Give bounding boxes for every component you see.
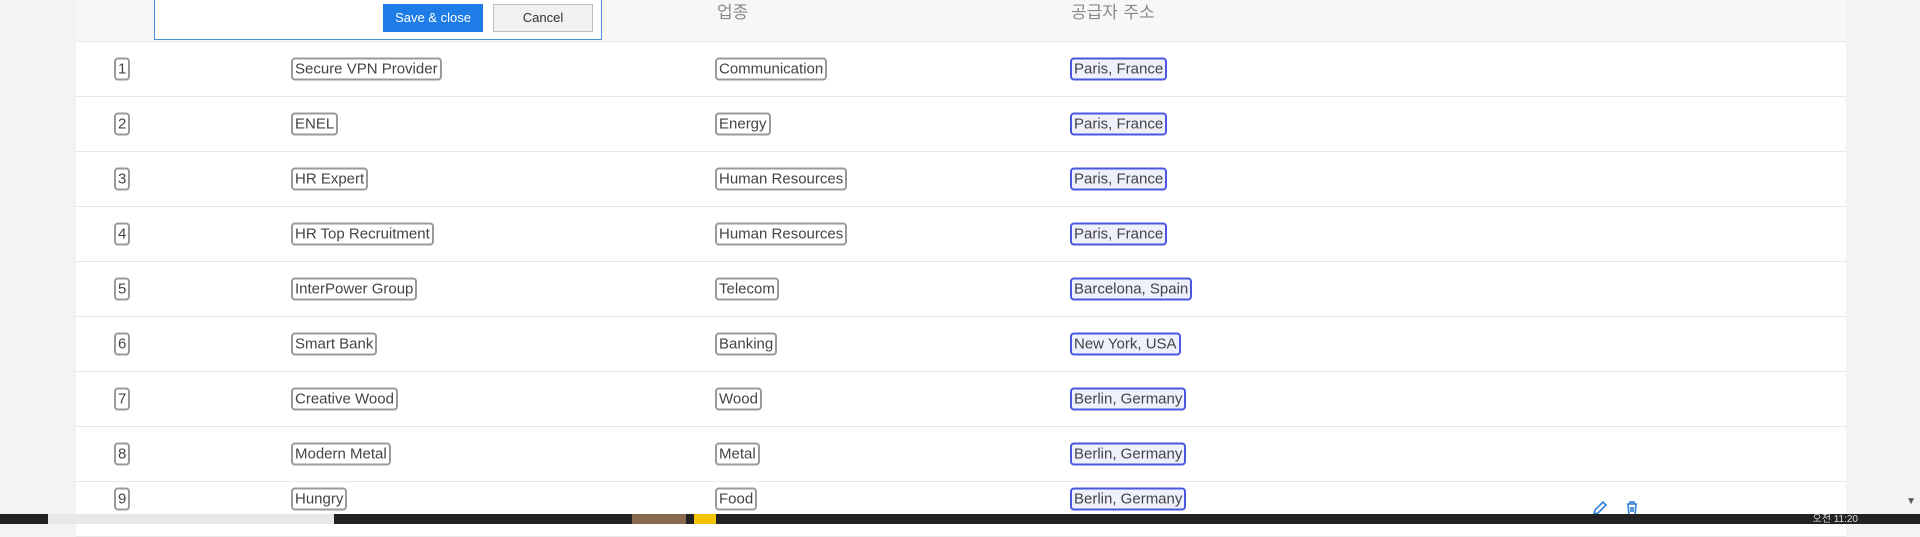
supplier-address[interactable]: Berlin, Germany xyxy=(1070,487,1187,511)
supplier-name[interactable]: Creative Wood xyxy=(291,387,398,411)
row-number: 5 xyxy=(114,277,131,301)
table-row[interactable]: 4 HR Top Recruitment Human Resources Par… xyxy=(76,207,1846,262)
cancel-button[interactable]: Cancel xyxy=(493,4,593,32)
column-header-industry[interactable]: 업종 xyxy=(717,0,748,26)
taskbar: 오전 11:20 xyxy=(0,514,1920,525)
supplier-industry[interactable]: Banking xyxy=(715,332,778,356)
supplier-industry[interactable]: Energy xyxy=(715,112,771,136)
row-number: 6 xyxy=(114,332,131,356)
row-number: 8 xyxy=(114,442,131,466)
table-row[interactable]: 9 Hungry Food Berlin, Germany xyxy=(76,482,1846,537)
supplier-industry[interactable]: Human Resources xyxy=(715,222,848,246)
supplier-name[interactable]: HR Expert xyxy=(291,167,369,191)
supplier-address[interactable]: Berlin, Germany xyxy=(1070,387,1187,411)
taskbar-active-app[interactable] xyxy=(632,514,686,524)
table-row[interactable]: 1 Secure VPN Provider Communication Pari… xyxy=(76,42,1846,97)
supplier-name[interactable]: Modern Metal xyxy=(291,442,391,466)
supplier-industry[interactable]: Wood xyxy=(715,387,762,411)
supplier-address[interactable]: New York, USA xyxy=(1070,332,1181,356)
supplier-table-panel: 업종 공급자 주소 Save & close Cancel 1 Secure V… xyxy=(76,0,1846,537)
supplier-industry[interactable]: Human Resources xyxy=(715,167,848,191)
supplier-industry[interactable]: Metal xyxy=(715,442,760,466)
table-row[interactable]: 6 Smart Bank Banking New York, USA xyxy=(76,317,1846,372)
table-row[interactable]: 8 Modern Metal Metal Berlin, Germany xyxy=(76,427,1846,482)
supplier-industry[interactable]: Telecom xyxy=(715,277,779,301)
supplier-name[interactable]: Smart Bank xyxy=(291,332,378,356)
row-number: 1 xyxy=(114,57,131,81)
edit-popup: Save & close Cancel xyxy=(154,0,602,40)
row-number: 4 xyxy=(114,222,131,246)
supplier-name[interactable]: InterPower Group xyxy=(291,277,418,301)
taskbar-app-icon[interactable] xyxy=(694,514,716,524)
row-number: 9 xyxy=(114,487,131,511)
table-row[interactable]: 2 ENEL Energy Paris, France xyxy=(76,97,1846,152)
supplier-name[interactable]: Hungry xyxy=(291,487,348,511)
supplier-name[interactable]: ENEL xyxy=(291,112,339,136)
scroll-down-arrow-icon[interactable]: ▼ xyxy=(1906,496,1916,507)
row-number: 2 xyxy=(114,112,131,136)
supplier-address[interactable]: Paris, France xyxy=(1070,57,1168,81)
column-header-address[interactable]: 공급자 주소 xyxy=(1071,0,1155,26)
row-number: 7 xyxy=(114,387,131,411)
supplier-name[interactable]: HR Top Recruitment xyxy=(291,222,434,246)
table-row[interactable]: 5 InterPower Group Telecom Barcelona, Sp… xyxy=(76,262,1846,317)
supplier-industry[interactable]: Communication xyxy=(715,57,828,81)
supplier-address[interactable]: Paris, France xyxy=(1070,112,1168,136)
table-row[interactable]: 3 HR Expert Human Resources Paris, Franc… xyxy=(76,152,1846,207)
tray-clock[interactable]: 오전 11:20 xyxy=(1813,510,1858,525)
supplier-address[interactable]: Paris, France xyxy=(1070,167,1168,191)
save-close-button[interactable]: Save & close xyxy=(383,4,483,32)
supplier-address[interactable]: Paris, France xyxy=(1070,222,1168,246)
supplier-name[interactable]: Secure VPN Provider xyxy=(291,57,442,81)
taskbar-search-box[interactable] xyxy=(48,514,334,524)
supplier-address[interactable]: Berlin, Germany xyxy=(1070,442,1187,466)
row-number: 3 xyxy=(114,167,131,191)
table-row[interactable]: 7 Creative Wood Wood Berlin, Germany xyxy=(76,372,1846,427)
supplier-address[interactable]: Barcelona, Spain xyxy=(1070,277,1193,301)
supplier-industry[interactable]: Food xyxy=(715,487,758,511)
